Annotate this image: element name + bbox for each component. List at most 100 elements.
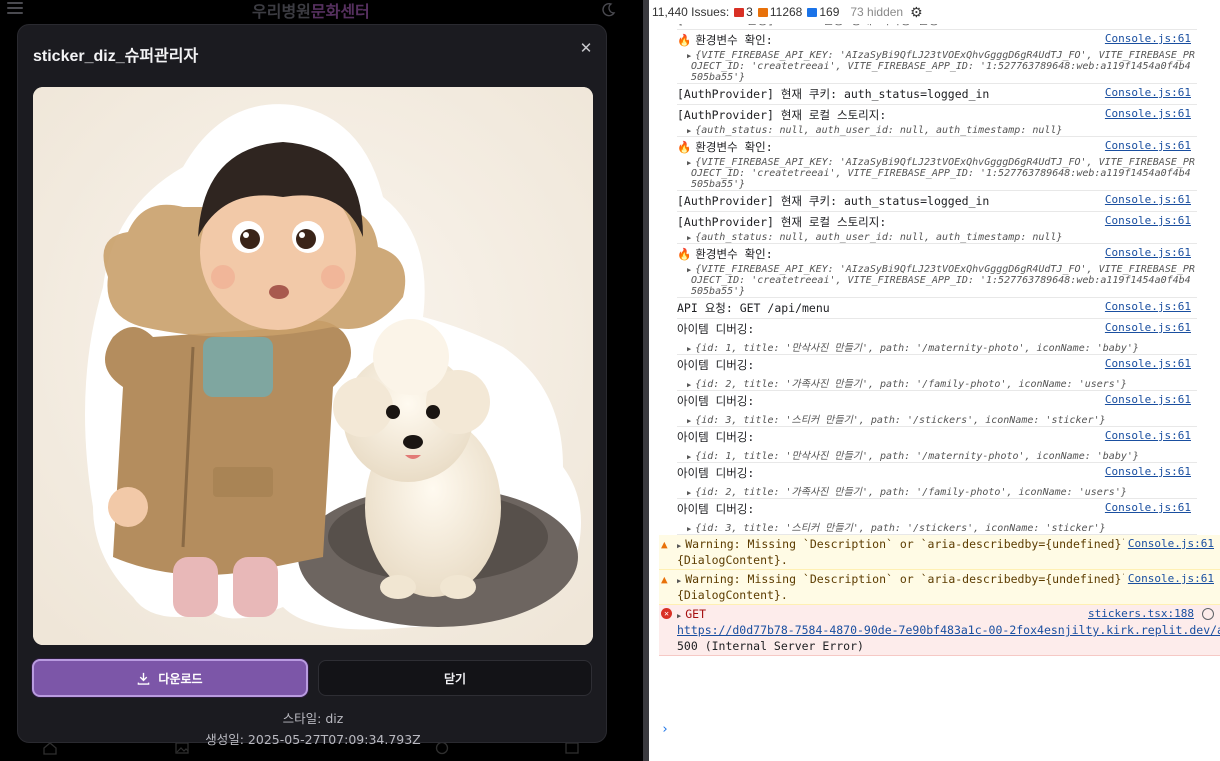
close-label: 닫기 [443,671,467,686]
console-object-cont: OJECT_ID: 'createtreeai', VITE_FIREBASE_… [691,275,1191,286]
console-object[interactable]: ▶ {id: 3, title: '스티커 만들기', path: '/stick… [677,519,1197,534]
expand-caret-icon[interactable]: ▶ [687,52,691,60]
download-button[interactable]: 다운로드 [32,659,308,697]
console-message: 환경변수 확인: [695,140,773,154]
devtools-toolbar: 11,440 Issues: 3 11268 169 73 hidden ⚙ [649,0,1220,24]
warning-flag-icon [757,7,768,17]
expand-caret-icon[interactable]: ▶ [677,542,681,550]
app-header: 우리병원문화센터 [0,0,643,22]
error-icon: ✕ [661,608,672,619]
close-button[interactable]: 닫기 [318,660,592,696]
expand-caret-icon[interactable]: ▶ [687,525,691,533]
console-message: [AuthProvider] 현재 로컬 스토리지: [677,108,887,122]
menu-icon[interactable] [7,2,23,16]
console-prompt[interactable]: › [661,722,669,737]
console-source-link[interactable]: Console.js:61 [1100,107,1191,120]
expand-caret-icon[interactable]: ▶ [687,266,691,274]
error-url[interactable]: https://d0d77b78-7584-4870-90de-7e90bf48… [677,623,1220,639]
download-label: 다운로드 [158,671,203,686]
info-count-badge[interactable]: 169 [807,5,839,19]
expand-caret-icon[interactable]: ▶ [687,127,691,135]
error-flag-icon [734,7,745,17]
devtools-pane: [Firebase 설정] Auth: 인증 상태 지속성 설정 Console… [643,0,1220,761]
console-source-link[interactable]: Console.js:61 [1100,214,1191,227]
console-row: 아이템 디버깅: Console.js:61 ▶ {id: 2, title: '가족… [677,355,1197,391]
fire-icon: 🔥 [677,140,692,154]
console-object[interactable]: ▶ {id: 2, title: '가족사진 만들기', path: '/fami… [677,375,1197,390]
console-message: 환경변수 확인: [695,247,773,261]
hidden-count[interactable]: 73 hidden [850,5,903,19]
app-pane: 우리병원문화센터 sticker_diz_슈퍼관리자 ✕ 다운로드 닫기 스타일… [0,0,643,761]
dialog-title: sticker_diz_슈퍼관리자 [33,48,199,65]
console-message: 아이템 디버깅: [677,358,755,372]
console-object[interactable]: ▶ {auth_status: null, auth_user_id: null,… [677,125,1197,136]
console-source-link[interactable]: Console.js:61 [1100,32,1191,45]
console-source-link[interactable]: Console.js:61 [1100,86,1191,99]
expand-caret-icon[interactable]: ▶ [687,453,691,461]
console-object[interactable]: ▶ {VITE_FIREBASE_API_KEY: 'AIzaSyBi9QfLJ2… [677,264,1197,275]
expand-caret-icon[interactable]: ▶ [687,234,691,242]
gear-icon[interactable]: ⚙ [910,4,923,21]
console-row: 🔥 환경변수 확인: Console.js:61 ▶ {VITE_FIREBASE_AP… [677,137,1197,191]
warning-count-badge[interactable]: 11268 [757,5,802,19]
warning-icon: ▲ [661,538,668,551]
console-object[interactable]: ▶ {id: 1, title: '만삭사진 만들기', path: '/mate… [677,339,1197,354]
app-title-main: 우리병원 [252,2,311,21]
console-row: 아이템 디버깅: Console.js:61 ▶ {id: 1, title: '만삭… [677,319,1197,355]
console-source-link[interactable]: Console.js:61 [1100,193,1191,206]
console-row: 🔥 환경변수 확인: Console.js:61 ▶ {VITE_FIREBASE_AP… [677,244,1197,298]
console-message: 아이템 디버깅: [677,502,755,516]
download-icon [138,672,150,685]
console-row: 아이템 디버깅: Console.js:61 ▶ {id: 3, title: '스티… [677,391,1197,427]
console-object-cont: 505ba55'} [691,286,746,297]
network-icon[interactable] [1202,608,1214,620]
console-message: 환경변수 확인: [695,33,773,47]
console-object[interactable]: ▶ {id: 3, title: '스티커 만들기', path: '/stick… [677,411,1197,426]
error-status: 500 (Internal Server Error) [677,639,864,653]
sticker-image [33,87,593,645]
console-object[interactable]: ▶ {id: 2, title: '가족사진 만들기', path: '/fami… [677,483,1197,498]
console-source-link[interactable]: Console.js:61 [1100,357,1191,370]
style-text: 스타일: diz [282,711,344,726]
console-object-cont: 505ba55'} [691,72,746,83]
expand-caret-icon[interactable]: ▶ [677,577,681,585]
created-date-text: 생성일: 2025-05-27T07:09:34.793Z [205,732,421,747]
console-row: [AuthProvider] 현재 로컬 스토리지: Console.js:61 ▶… [677,212,1197,244]
console-object[interactable]: ▶ {VITE_FIREBASE_API_KEY: 'AIzaSyBi9QfLJ2… [677,50,1197,61]
expand-caret-icon[interactable]: ▶ [687,489,691,497]
console-object[interactable]: ▶ {id: 1, title: '만삭사진 만들기', path: '/mate… [677,447,1197,462]
expand-caret-icon[interactable]: ▶ [687,417,691,425]
console-source-link[interactable]: Console.js:61 [1100,465,1191,478]
console-row: [AuthProvider] 현재 쿠키: auth_status=logged… [677,84,1197,105]
console-object-cont: OJECT_ID: 'createtreeai', VITE_FIREBASE_… [691,61,1191,72]
expand-caret-icon[interactable]: ▶ [687,159,691,167]
console-error-row: ✕ ▶ GET stickers.tsx:188 https://d0d77b78… [659,605,1220,656]
console-source-link[interactable]: Console.js:61 [1123,537,1214,550]
info-message-icon [807,7,818,17]
fire-icon: 🔥 [677,33,692,47]
console-row: 아이템 디버깅: Console.js:61 ▶ {id: 3, title: '스티… [677,499,1197,535]
console-row: API 요청: GET /api/menu Console.js:61 [677,298,1197,319]
console-source-link[interactable]: Console.js:61 [1100,246,1191,259]
console-object[interactable]: ▶ {auth_status: null, auth_user_id: null,… [677,232,1197,243]
expand-caret-icon[interactable]: ▶ [687,345,691,353]
expand-caret-icon[interactable]: ▶ [687,381,691,389]
console-row: [AuthProvider] 현재 쿠키: auth_status=logged… [677,191,1197,212]
moon-icon[interactable] [600,2,616,18]
console-source-link[interactable]: Console.js:61 [1100,321,1191,334]
fire-icon: 🔥 [677,247,692,261]
console-row: 아이템 디버깅: Console.js:61 ▶ {id: 1, title: '만삭… [677,427,1197,463]
console-source-link[interactable]: Console.js:61 [1123,572,1214,585]
close-icon[interactable]: ✕ [577,39,595,57]
console-warnings: ▲ ▶ Warning: Missing `Description` or `ari… [649,535,1220,605]
console-source-link[interactable]: Console.js:61 [1100,139,1191,152]
console-source-link[interactable]: Console.js:61 [1100,501,1191,514]
issues-label: 11,440 Issues: [652,5,730,19]
console-source-link[interactable]: Console.js:61 [1100,300,1191,313]
error-method: GET [685,607,706,621]
console-source-link[interactable]: Console.js:61 [1100,429,1191,442]
console-source-link[interactable]: Console.js:61 [1100,393,1191,406]
error-count-badge[interactable]: 3 [734,5,753,19]
error-source-link[interactable]: stickers.tsx:188 [1084,607,1194,620]
console-object[interactable]: ▶ {VITE_FIREBASE_API_KEY: 'AIzaSyBi9QfLJ2… [677,157,1197,168]
